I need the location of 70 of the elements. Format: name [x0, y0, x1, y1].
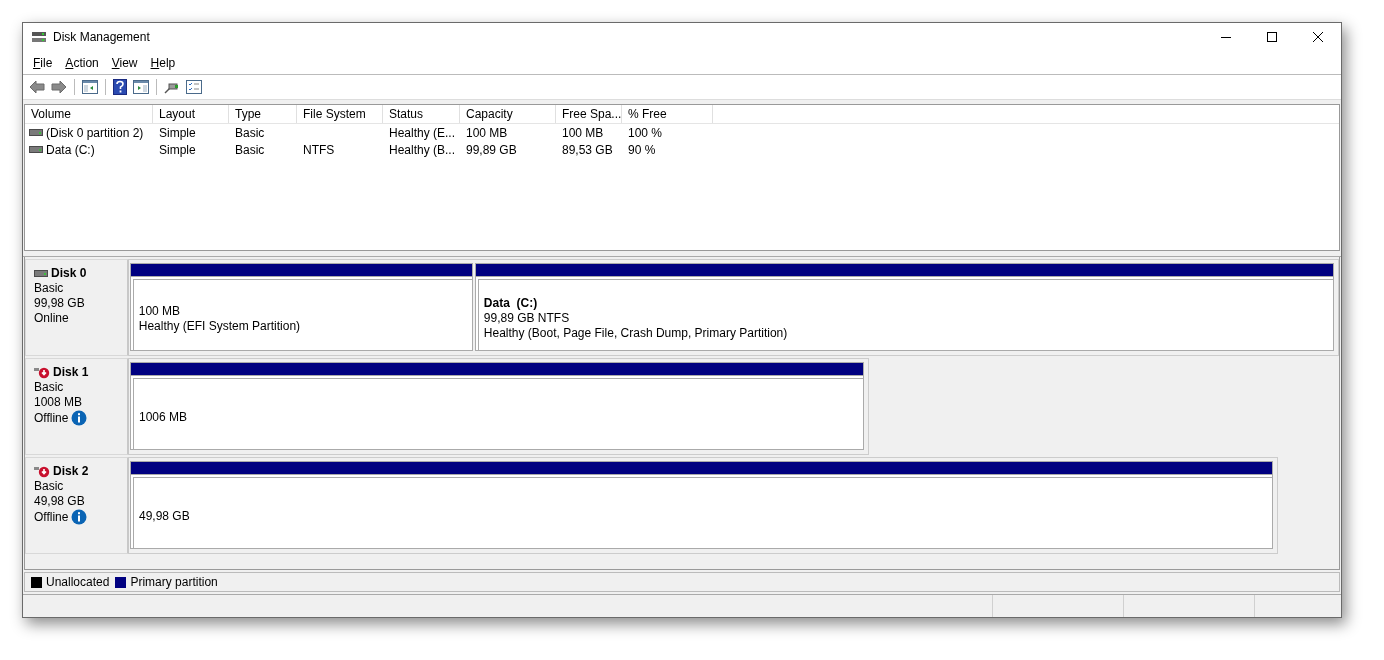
partition-box[interactable]: 100 MB Healthy (EFI System Partition)	[129, 277, 473, 351]
partition-info: Healthy (Boot, Page File, Crash Dump, Primary Partition)	[483, 326, 789, 341]
info-icon[interactable]	[71, 410, 88, 426]
disk-name: Disk 0	[51, 266, 87, 281]
menu-item[interactable]: Help	[144, 55, 182, 70]
column-header[interactable]: Volume	[25, 105, 153, 123]
table-cell: NTFS	[303, 142, 335, 157]
table-cell: 90 %	[628, 142, 656, 157]
table-cell: Simple	[159, 125, 196, 140]
table-cell: 89,53 GB	[562, 142, 613, 157]
column-header[interactable]: Layout	[153, 105, 229, 123]
action-pane-icon[interactable]	[133, 80, 149, 94]
partition-box[interactable]: Data (C:) 99,89 GB NTFS Healthy (Boot, Page File, Crash Dump, Primary Partition)	[474, 277, 1334, 351]
drive-icon	[29, 129, 43, 136]
column-header[interactable]: Type	[229, 105, 297, 123]
forward-arrow-icon[interactable]	[51, 80, 67, 94]
partition-box[interactable]: 1006 MB	[130, 376, 865, 450]
partition-info: 99,89 GB NTFS	[483, 311, 571, 326]
table-cell: 100 MB	[562, 125, 604, 140]
partition-info: 49,98 GB	[139, 509, 191, 524]
menu-item[interactable]: Action	[59, 55, 105, 70]
table-cell: (Disk 0 partition 2)	[46, 125, 144, 140]
disk-size: 49,98 GB	[34, 494, 86, 509]
partition-info: Healthy (EFI System Partition)	[138, 318, 302, 334]
partition-info: 100 MB	[138, 303, 182, 319]
disk-size: 1008 MB	[34, 395, 84, 410]
disk-size: 99,98 GB	[34, 296, 86, 311]
disk-type: Basic	[34, 281, 65, 296]
help-icon[interactable]	[113, 79, 127, 95]
table-cell: Simple	[159, 142, 196, 157]
disk-status: Offline	[34, 509, 69, 525]
column-header[interactable]: Free Spa...	[556, 105, 622, 123]
legend-label: Primary partition	[130, 575, 218, 589]
menu-item[interactable]: View	[105, 55, 144, 70]
disk-status: Offline	[34, 410, 69, 426]
menu-item[interactable]: File	[27, 55, 59, 70]
disk-type: Basic	[34, 479, 65, 494]
table-cell: 100 MB	[466, 125, 508, 140]
info-icon[interactable]	[71, 509, 88, 525]
table-cell: Healthy (E...	[389, 125, 456, 140]
table-cell: 100 %	[628, 125, 663, 140]
drive-icon	[29, 146, 43, 153]
disk-label-panel[interactable]: Disk 0 Basic 99,98 GB Online	[25, 259, 129, 356]
disk-type: Basic	[34, 380, 65, 395]
table-cell: 99,89 GB	[466, 142, 517, 157]
console-tree-icon[interactable]	[82, 80, 98, 94]
column-header[interactable]: File System	[297, 105, 383, 123]
table-cell: Basic	[235, 142, 265, 157]
table-cell: Basic	[235, 125, 265, 140]
disk-label-panel[interactable]: Disk 1 Basic 1008 MB Offline	[25, 358, 129, 455]
column-header[interactable]: Capacity	[460, 105, 556, 123]
window-title: Disk Management	[53, 30, 151, 44]
disk-management-icon	[31, 30, 47, 44]
connect-icon[interactable]	[164, 80, 180, 94]
disk-label-panel[interactable]: Disk 2 Basic 49,98 GB Offline	[25, 457, 129, 554]
disk-name: Disk 1	[53, 365, 89, 380]
column-header[interactable]: Status	[383, 105, 460, 123]
partition-title: Data (C:)	[483, 296, 539, 311]
table-cell: Data (C:)	[46, 142, 95, 157]
table-cell: Healthy (B...	[389, 142, 456, 157]
partition-box[interactable]: 49,98 GB	[130, 475, 1273, 549]
column-header[interactable]: % Free	[622, 105, 713, 123]
properties-icon[interactable]	[186, 80, 202, 94]
back-arrow-icon[interactable]	[29, 80, 45, 94]
maximize-icon[interactable]	[1266, 31, 1278, 43]
disk-name: Disk 2	[53, 464, 89, 479]
disk-status: Online	[34, 311, 69, 326]
close-icon[interactable]	[1312, 31, 1324, 43]
legend-label: Unallocated	[46, 575, 110, 589]
partition-info: 1006 MB	[139, 410, 189, 425]
